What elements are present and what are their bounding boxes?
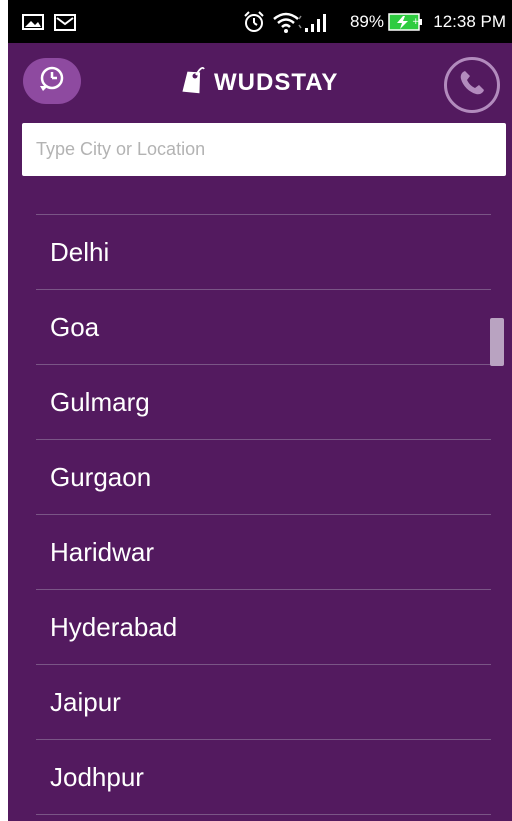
mail-icon	[54, 0, 76, 43]
city-item-jodhpur[interactable]: Jodhpur	[36, 740, 491, 815]
signal-icon	[305, 0, 329, 43]
svg-text:+: +	[412, 17, 420, 27]
city-name: Jaipur	[50, 686, 121, 717]
city-item-hyderabad[interactable]: Hyderabad	[36, 590, 491, 665]
image-icon	[22, 0, 44, 43]
brand-name: WUDSTAY	[214, 69, 339, 96]
list-scrollbar[interactable]	[490, 318, 504, 366]
alarm-icon	[242, 0, 266, 43]
tag-icon	[176, 65, 206, 102]
history-button[interactable]	[23, 58, 81, 104]
battery-percent: 89%	[349, 11, 384, 31]
battery-charging-icon: +	[388, 0, 424, 43]
status-bar: 89% + 12:38 PM	[8, 0, 512, 43]
city-item-gurgaon[interactable]: Gurgaon	[36, 440, 491, 515]
city-name: Haridwar	[50, 536, 155, 567]
city-name: Goa	[50, 311, 100, 342]
clock-time: 12:38 PM	[433, 11, 506, 31]
city-item-jaipur[interactable]: Jaipur	[36, 665, 491, 740]
city-name: Gulmarg	[50, 386, 150, 417]
call-button[interactable]	[444, 57, 500, 113]
app-screen: 89% + 12:38 PM WUDSTAY Delhi Goa	[8, 0, 512, 821]
search-box	[22, 123, 506, 176]
history-icon	[37, 64, 67, 99]
city-item-gulmarg[interactable]: Gulmarg	[36, 365, 491, 440]
city-list: Delhi Goa Gulmarg Gurgaon Haridwar Hyder…	[36, 214, 491, 815]
city-item-goa[interactable]: Goa	[36, 290, 491, 365]
city-name: Gurgaon	[50, 461, 152, 492]
wifi-icon	[272, 0, 302, 43]
city-name: Hyderabad	[50, 611, 178, 642]
city-name: Jodhpur	[50, 761, 144, 792]
app-bar: WUDSTAY	[8, 43, 512, 123]
city-name: Delhi	[50, 236, 110, 267]
city-item-delhi[interactable]: Delhi	[36, 215, 491, 290]
search-input[interactable]	[22, 123, 506, 176]
city-item-haridwar[interactable]: Haridwar	[36, 515, 491, 590]
phone-icon	[457, 68, 487, 103]
brand-logo: WUDSTAY	[176, 65, 338, 101]
